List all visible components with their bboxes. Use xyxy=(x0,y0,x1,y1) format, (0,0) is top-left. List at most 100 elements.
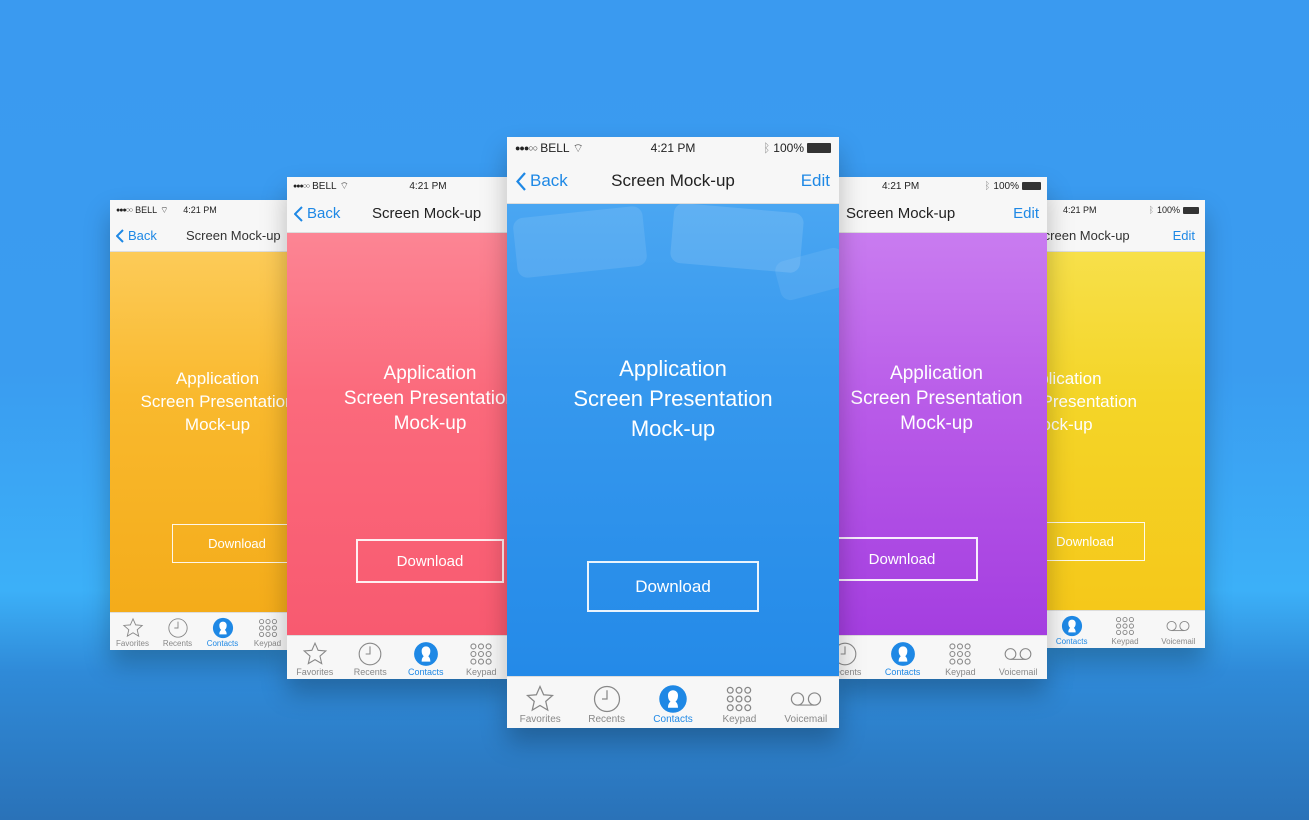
nav-bar: Screen Mock-up Edit xyxy=(836,195,1047,233)
clock-icon xyxy=(836,642,857,666)
back-label: Back xyxy=(128,228,157,243)
tab-label: Keypad xyxy=(253,639,282,648)
tab-label: Keypad xyxy=(465,667,497,677)
headline-line1: Application xyxy=(890,363,983,384)
tab-recents[interactable]: Recents xyxy=(836,636,874,679)
screen-content: Application Screen Presentation Mock-up … xyxy=(836,233,1047,635)
headline-line3: Mock-up xyxy=(393,413,467,434)
tab-recents[interactable]: Recents xyxy=(343,636,399,679)
status-bar: 4:21 PM ᛒ 100% xyxy=(1045,200,1205,220)
tab-label: Favorites xyxy=(116,639,149,648)
headline-line1: Application xyxy=(383,363,477,384)
signal-icon: ●●●○○ xyxy=(515,143,538,153)
clock-icon xyxy=(358,642,382,666)
signal-icon: ●●●○○ xyxy=(116,206,133,214)
screen-content: Application Screen Presentation Mock-up … xyxy=(1045,252,1205,610)
nav-bar: Back Screen Mock-up Edit xyxy=(507,159,839,204)
download-button[interactable]: Download xyxy=(836,537,978,581)
nav-bar: Back Screen Mock-up xyxy=(110,220,290,252)
carrier-label: BELL xyxy=(135,205,158,215)
contact-icon xyxy=(659,685,687,713)
back-label: Back xyxy=(307,205,341,222)
tab-voicemail[interactable]: Voicemail xyxy=(773,677,839,728)
keypad-icon xyxy=(258,619,277,637)
tab-keypad[interactable]: Keypad xyxy=(454,636,510,679)
back-button[interactable]: Back xyxy=(294,205,340,222)
back-button[interactable]: Back xyxy=(516,171,568,191)
signal-icon: ●●●○○ xyxy=(293,182,310,190)
tab-voicemail[interactable]: Voicemail xyxy=(989,636,1047,679)
tab-keypad[interactable]: Keypad xyxy=(932,636,990,679)
edit-button[interactable]: Edit xyxy=(1013,205,1039,222)
status-time: 4:21 PM xyxy=(650,141,696,155)
tab-keypad[interactable]: Keypad xyxy=(245,613,290,650)
clock-icon xyxy=(167,618,188,638)
keypad-icon xyxy=(949,643,971,665)
tab-label: Recents xyxy=(588,714,625,725)
download-button[interactable]: Download xyxy=(172,524,290,563)
bluetooth-icon: ᛒ xyxy=(763,141,771,155)
tab-recents[interactable]: Recents xyxy=(573,677,639,728)
tab-favorites[interactable]: Favorites xyxy=(110,613,155,650)
tab-label: Favorites xyxy=(519,714,561,725)
headline-line2: Screen Presentation xyxy=(850,388,1023,409)
tab-label: Keypad xyxy=(945,667,976,677)
status-bar: ●●●○○ BELL ⌔ 4:21 PM xyxy=(110,200,290,220)
bluetooth-icon: ᛒ xyxy=(984,180,991,192)
headline-line3: Mock-up xyxy=(184,415,251,434)
tab-contacts[interactable]: Contacts xyxy=(874,636,932,679)
chevron-left-icon xyxy=(116,228,124,243)
back-button[interactable]: Back xyxy=(116,228,157,243)
star-icon xyxy=(302,641,327,665)
tab-label: Voicemail xyxy=(784,714,828,725)
headline-line2: Screen Presentation xyxy=(343,388,509,409)
battery-label: 100% xyxy=(1156,205,1180,215)
download-button[interactable]: Download xyxy=(356,539,504,583)
download-button[interactable]: Download xyxy=(1045,522,1145,561)
tab-favorites[interactable]: Favorites xyxy=(507,677,573,728)
status-time: 4:21 PM xyxy=(1063,205,1097,215)
voicemail-icon xyxy=(1004,648,1032,660)
headline: Application Screen Presentation Mock-up xyxy=(287,361,509,436)
tab-contacts[interactable]: Contacts xyxy=(640,677,706,728)
phone-mockup-orange: ●●●○○ BELL ⌔ 4:21 PM Back Screen Mock-up… xyxy=(110,200,290,650)
screen-content: Application Screen Presentation Mock-up … xyxy=(507,204,839,676)
battery-icon xyxy=(807,143,831,153)
headline-line3: Mock-up xyxy=(630,416,716,441)
status-bar: ●●●○○ BELL ⌔ 4:21 PM ᛒ 100% xyxy=(507,137,839,159)
edit-button[interactable]: Edit xyxy=(1173,228,1195,243)
carrier-label: BELL xyxy=(312,180,337,192)
tab-keypad[interactable]: Keypad xyxy=(1098,611,1151,648)
status-bar: 4:21 PM ᛒ 100% xyxy=(836,177,1047,195)
tab-bar: Favorites Recents Contacts Keypad xyxy=(110,612,290,650)
chevron-left-icon xyxy=(516,171,526,191)
phone-mockup-yellow: 4:21 PM ᛒ 100% Screen Mock-up Edit Appli… xyxy=(1045,200,1205,648)
tab-keypad[interactable]: Keypad xyxy=(706,677,772,728)
tab-label: Recents xyxy=(836,667,862,677)
tab-recents[interactable]: Recents xyxy=(155,613,200,650)
status-time: 4:21 PM xyxy=(183,205,217,215)
headline-line3: Mock-up xyxy=(900,413,973,434)
tab-contacts[interactable]: Contacts xyxy=(1045,611,1098,648)
star-icon xyxy=(526,684,555,712)
wifi-icon: ⌔ xyxy=(339,180,350,192)
tab-contacts[interactable]: Contacts xyxy=(200,613,245,650)
headline-line1: Application xyxy=(619,356,727,381)
contact-icon xyxy=(212,617,233,639)
phone-mockup-pink: ●●●○○ BELL ⌔ 4:21 PM Back Screen Mock-up… xyxy=(287,177,509,679)
download-button[interactable]: Download xyxy=(587,561,759,612)
tab-voicemail[interactable]: Voicemail xyxy=(1152,611,1205,648)
screen-content: Application Screen Presentation Mock-up … xyxy=(110,252,290,612)
nav-bar: Screen Mock-up Edit xyxy=(1045,220,1205,252)
keypad-icon xyxy=(727,686,752,712)
status-bar: ●●●○○ BELL ⌔ 4:21 PM xyxy=(287,177,509,195)
tab-contacts[interactable]: Contacts xyxy=(398,636,454,679)
status-time: 4:21 PM xyxy=(409,180,447,192)
tab-bar: Favorites Recents Contacts Keypad Voicem… xyxy=(507,676,839,728)
star-icon xyxy=(122,617,143,638)
tab-label: Contacts xyxy=(407,667,444,677)
tab-favorites[interactable]: Favorites xyxy=(287,636,343,679)
tab-label: Recents xyxy=(162,639,193,648)
battery-icon xyxy=(1183,206,1199,214)
edit-button[interactable]: Edit xyxy=(801,171,830,191)
